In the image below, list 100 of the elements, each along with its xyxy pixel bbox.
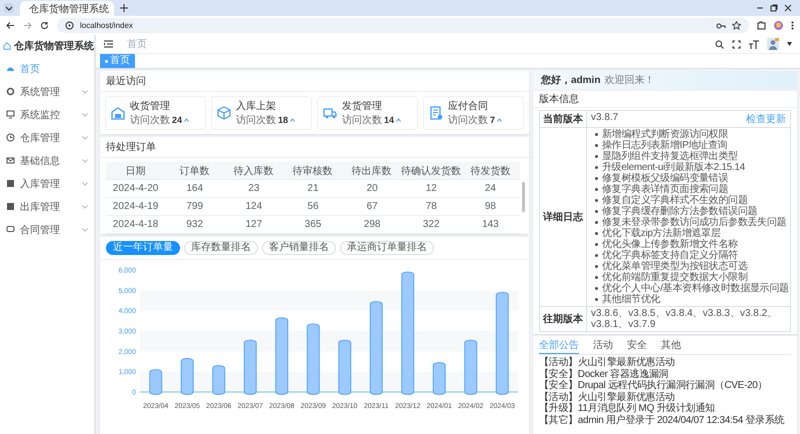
notice-item[interactable]: 【安全】Docker 容器逃逸漏洞 <box>539 368 791 380</box>
clock-icon <box>6 133 15 142</box>
bullet-icon <box>595 199 598 202</box>
bar <box>432 362 446 395</box>
row-label: 往期版本 <box>540 307 587 331</box>
table-cell-text: 127 <box>244 219 264 230</box>
back-icon[interactable] <box>6 21 15 30</box>
shortcut-card[interactable]: 入库上架 访问次数 18 <box>211 96 312 130</box>
menu-item[interactable]: 合同管理 <box>0 218 94 241</box>
restore-icon[interactable] <box>770 4 778 12</box>
visit-count-label: 访问次数 <box>130 114 170 127</box>
changelog-item: 升级element-ui到最新版本2.15.14 <box>602 162 745 173</box>
star-icon[interactable] <box>732 21 741 30</box>
bar <box>338 340 352 395</box>
notice-item[interactable]: 【安全】Drupal 远程代码执行漏洞行漏洞（CVE-20） <box>539 380 791 392</box>
welcome-text: 欢迎回来！ <box>604 74 654 87</box>
bullet-icon <box>595 287 598 290</box>
column-header: 待确认发货数 <box>401 164 461 178</box>
reload-icon[interactable] <box>40 21 49 30</box>
shortcut-name: 收货管理 <box>130 100 171 113</box>
bullet-icon <box>595 166 598 169</box>
table-cell-text: 365 <box>304 219 322 230</box>
key-icon[interactable] <box>716 22 726 30</box>
visit-count-label: 访问次数 <box>236 114 276 127</box>
notice-tab[interactable]: 活动 <box>593 336 613 354</box>
notice-item[interactable]: 【活动】火山引擎最新优惠活动 <box>539 392 791 403</box>
address-bar[interactable]: localhost/index <box>57 18 749 33</box>
menu-item[interactable]: 仓库管理 <box>0 126 94 149</box>
search-icon[interactable] <box>715 40 724 48</box>
changelog-item: 修复字典表详情页面搜索问题 <box>602 184 728 195</box>
extensions-icon[interactable] <box>757 21 766 30</box>
card-title: 版本信息 <box>533 91 797 108</box>
user-avatar[interactable] <box>767 38 779 50</box>
column-header: 日期 <box>124 164 146 178</box>
truck-icon <box>323 106 337 120</box>
browser-tab[interactable]: 仓库货物管理系统 <box>20 1 114 16</box>
changelog-item: 优化头像上传参数新增文件名称 <box>602 239 738 250</box>
profile-avatar[interactable] <box>774 21 783 30</box>
tab-title: 仓库货物管理系统 <box>29 2 109 16</box>
menu-item[interactable]: 基础信息 <box>0 149 94 172</box>
table-cell-text: 12 <box>424 183 438 194</box>
font-size-icon[interactable] <box>749 40 759 48</box>
changelog-item: 修复树模板父级编码变量错误 <box>602 173 728 184</box>
greeting: 您好，admin <box>541 74 600 87</box>
menu-icon[interactable] <box>104 40 113 48</box>
bullet-icon <box>595 276 598 279</box>
table-cell-text: 143 <box>481 219 500 230</box>
column-header: 待入库数 <box>232 164 274 178</box>
table-cell-text: 932 <box>185 219 204 230</box>
table-cell-text: 799 <box>185 201 204 212</box>
notice-tab[interactable]: 安全 <box>627 336 647 354</box>
table-cell-text: 23 <box>247 183 260 194</box>
chart-tab[interactable]: 承运商订单量排名 <box>340 241 434 255</box>
card-title: 待处理订单 <box>100 137 529 158</box>
scrollbar[interactable] <box>522 182 525 212</box>
bullet-icon <box>595 155 598 158</box>
notice-item[interactable]: 【其它】admin 用户登录于 2024/04/07 12:34:54 登录系统 <box>539 414 791 426</box>
new-tab-icon[interactable] <box>120 4 128 12</box>
table-cell-text: 20 <box>366 183 379 194</box>
site-info-icon[interactable] <box>65 21 74 30</box>
bullet-icon <box>595 144 598 147</box>
menu-item[interactable]: 入库管理 <box>0 172 94 195</box>
shortcut-card[interactable]: 发货管理 访问次数 14 <box>317 96 418 130</box>
warehouse-icon <box>111 106 125 120</box>
bullet-icon <box>595 177 598 180</box>
table-cell-text: 2024-4-18 <box>112 219 160 230</box>
card-title: 最近访问 <box>100 71 529 92</box>
mail-icon <box>6 156 15 165</box>
chart-tab[interactable]: 库存数量排名 <box>184 241 258 255</box>
column-header: 待发货数 <box>470 164 512 178</box>
home-icon <box>3 41 11 51</box>
bullet-icon <box>595 210 598 213</box>
table-cell-text: 2024-4-20 <box>112 183 160 194</box>
shortcut-name: 发货管理 <box>342 100 383 113</box>
notice-item[interactable]: 【升级】11月消息队列 MQ 升级计划通知 <box>539 403 791 414</box>
caret-icon[interactable] <box>787 42 792 46</box>
column-header: 待审核数 <box>292 164 334 178</box>
shortcut-card[interactable]: 应付合同 访问次数 7 <box>423 96 524 130</box>
notice-item[interactable]: 【活动】火山引擎最新优惠活动 <box>539 357 791 368</box>
fullscreen-icon[interactable] <box>732 40 741 48</box>
bar <box>212 365 226 395</box>
more-icon[interactable] <box>791 21 794 30</box>
table-cell-text: 322 <box>422 219 441 230</box>
row-label: 详细日志 <box>540 128 587 306</box>
notice-tab[interactable]: 其他 <box>661 336 681 354</box>
column-header: 订单数 <box>178 164 210 178</box>
menu-item[interactable]: 系统监控 <box>0 103 94 126</box>
chart-tab[interactable]: 客户销量排名 <box>262 241 336 255</box>
visit-count: 24 <box>172 115 182 125</box>
menu-item[interactable]: 出库管理 <box>0 195 94 218</box>
menu-item[interactable]: 系统管理 <box>0 80 94 103</box>
changelog-item: 新增编程式判断资源访问权限 <box>602 129 728 140</box>
visit-count: 14 <box>384 115 394 125</box>
tab-list-icon[interactable] <box>4 3 14 13</box>
changelog-item: 其他细节优化 <box>602 294 660 305</box>
monitor-icon <box>6 110 15 119</box>
bullet-icon <box>595 298 598 301</box>
changelog-item: 优化个人中心/基本资料修改时数据显示问题 <box>602 283 789 294</box>
shortcut-card[interactable]: 收货管理 访问次数 24 <box>105 96 206 130</box>
close-icon[interactable] <box>784 4 792 12</box>
